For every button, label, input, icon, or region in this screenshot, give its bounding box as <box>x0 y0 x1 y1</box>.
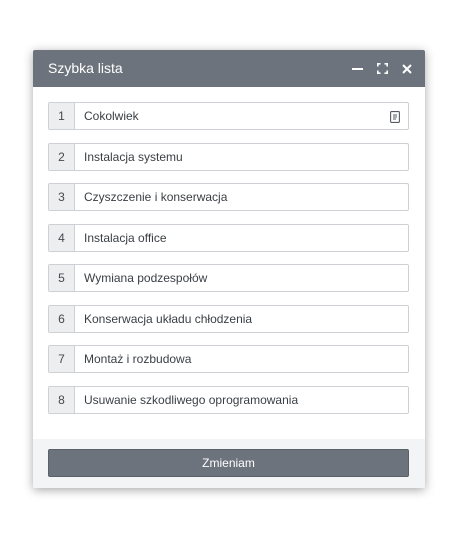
item-number: 3 <box>49 184 75 210</box>
list-item[interactable]: 7 Montaż i rozbudowa <box>48 345 409 373</box>
list-item[interactable]: 3 Czyszczenie i konserwacja <box>48 183 409 211</box>
item-label: Instalacja systemu <box>84 149 183 164</box>
list-item[interactable]: 5 Wymiana podzespołów <box>48 264 409 292</box>
dialog-title: Szybka lista <box>48 60 123 76</box>
list-item[interactable]: 4 Instalacja office <box>48 223 409 252</box>
list-item[interactable]: 2 Instalacja systemu <box>48 142 409 171</box>
minimize-icon[interactable] <box>351 63 363 75</box>
dialog-body: 1 Cokolwiek 2 Instalacja systemu 3 Czysz… <box>33 87 425 439</box>
item-label: Montaż i rozbudowa <box>84 352 192 366</box>
item-number: 6 <box>49 305 75 332</box>
item-number: 8 <box>49 386 75 413</box>
item-number: 1 <box>49 103 75 129</box>
list-item[interactable]: 1 Cokolwiek <box>48 102 409 130</box>
close-icon[interactable] <box>401 63 413 75</box>
list-item[interactable]: 6 Konserwacja układu chłodzenia <box>48 304 409 333</box>
item-label: Wymiana podzespołów <box>84 271 208 285</box>
item-label: Instalacja office <box>84 230 167 245</box>
submit-button[interactable]: Zmieniam <box>48 449 409 477</box>
document-icon[interactable] <box>390 110 400 123</box>
maximize-icon[interactable] <box>376 63 388 75</box>
list-item[interactable]: 8 Usuwanie szkodliwego oprogramowania <box>48 385 409 414</box>
dialog-footer: Zmieniam <box>33 439 425 488</box>
quick-list-dialog: Szybka lista 1 Cokolwiek 2 Instalacja sy… <box>33 50 425 488</box>
item-label: Czyszczenie i konserwacja <box>84 190 228 204</box>
item-number: 7 <box>49 346 75 372</box>
item-number: 5 <box>49 265 75 291</box>
item-number: 2 <box>49 143 75 170</box>
item-label: Cokolwiek <box>84 109 139 123</box>
window-controls <box>351 50 413 87</box>
item-label: Konserwacja układu chłodzenia <box>84 311 253 326</box>
dialog-titlebar[interactable]: Szybka lista <box>33 50 425 87</box>
item-number: 4 <box>49 224 75 251</box>
item-label: Usuwanie szkodliwego oprogramowania <box>84 392 299 407</box>
